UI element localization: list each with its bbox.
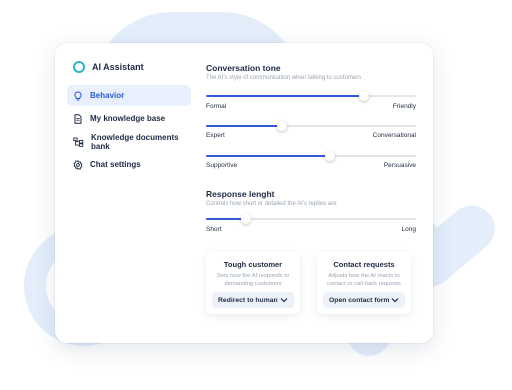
slider-fill: [206, 125, 282, 127]
sidebar-item-label: Behavior: [90, 91, 125, 100]
sidebar-item-label: My knowledge base: [90, 114, 166, 123]
section-title: Response lenght: [206, 189, 275, 199]
slider-min-label: Expert: [206, 132, 225, 139]
card-title: Contact requests: [333, 260, 395, 269]
contact-requests-select[interactable]: Open contact form: [323, 292, 405, 308]
gear-icon: [73, 159, 83, 170]
slider-min-label: Supportive: [206, 162, 238, 169]
sidebar-item-documents-bank[interactable]: Knowledge documents bank: [67, 131, 191, 152]
document-icon: [74, 113, 82, 124]
slider-max-label: Friendly: [392, 103, 416, 110]
slider-min-label: Short: [206, 226, 222, 233]
slider-max-label: Persuasive: [383, 162, 416, 169]
tough-customer-card: Tough customer Sets how the AI responds …: [206, 252, 300, 314]
tough-customer-select[interactable]: Redirect to human: [212, 292, 294, 308]
slider-handle[interactable]: [358, 91, 369, 101]
slider-fill: [206, 218, 246, 220]
tone-slider[interactable]: [206, 121, 416, 131]
slider-fill: [206, 155, 330, 157]
logo-icon: [73, 61, 85, 73]
contact-requests-card: Contact requests Adjusts how the AI reac…: [317, 252, 411, 314]
app-name: AI Assistant: [92, 62, 144, 72]
section-subtitle: The AI's style of communication when tal…: [206, 75, 362, 81]
sidebar-item-label: Knowledge documents bank: [91, 132, 179, 151]
sidebar-item-behavior[interactable]: Behavior: [67, 85, 191, 106]
sidebar-item-knowledge-base[interactable]: My knowledge base: [67, 108, 191, 129]
length-slider[interactable]: [206, 214, 416, 224]
select-value: Redirect to human: [218, 296, 278, 304]
card-title: Tough customer: [223, 260, 283, 269]
tone-slider[interactable]: [206, 91, 416, 101]
slider-max-label: Conversational: [372, 132, 416, 139]
slider-max-label: Long: [401, 226, 416, 233]
slider-min-label: Formal: [206, 103, 227, 110]
sidebar-item-label: Chat settings: [90, 160, 141, 169]
sidebar-item-chat-settings[interactable]: Chat settings: [67, 154, 191, 175]
bulb-icon: [74, 90, 82, 100]
card-description: Sets how the AI responds to demanding cu…: [216, 273, 290, 287]
slider-handle[interactable]: [324, 151, 335, 161]
slider-fill: [206, 95, 364, 97]
brand: AI Assistant: [73, 61, 144, 73]
slider-handle[interactable]: [240, 214, 251, 224]
section-title: Conversation tone: [206, 63, 281, 73]
select-value: Open contact form: [329, 296, 390, 304]
tone-slider[interactable]: [206, 151, 416, 161]
sidebar-nav: Behavior My knowledge base Knowledge doc…: [67, 85, 191, 177]
chevron-down-icon: [280, 298, 288, 303]
settings-card: AI Assistant Behavior My knowledge base: [55, 43, 433, 343]
folders-icon: [73, 137, 84, 147]
chevron-down-icon: [391, 298, 399, 303]
card-description: Adjusts how the AI reacts to contact or …: [327, 273, 401, 287]
section-subtitle: Controls how short or detailed the AI's …: [206, 201, 337, 207]
slider-handle[interactable]: [276, 121, 287, 131]
